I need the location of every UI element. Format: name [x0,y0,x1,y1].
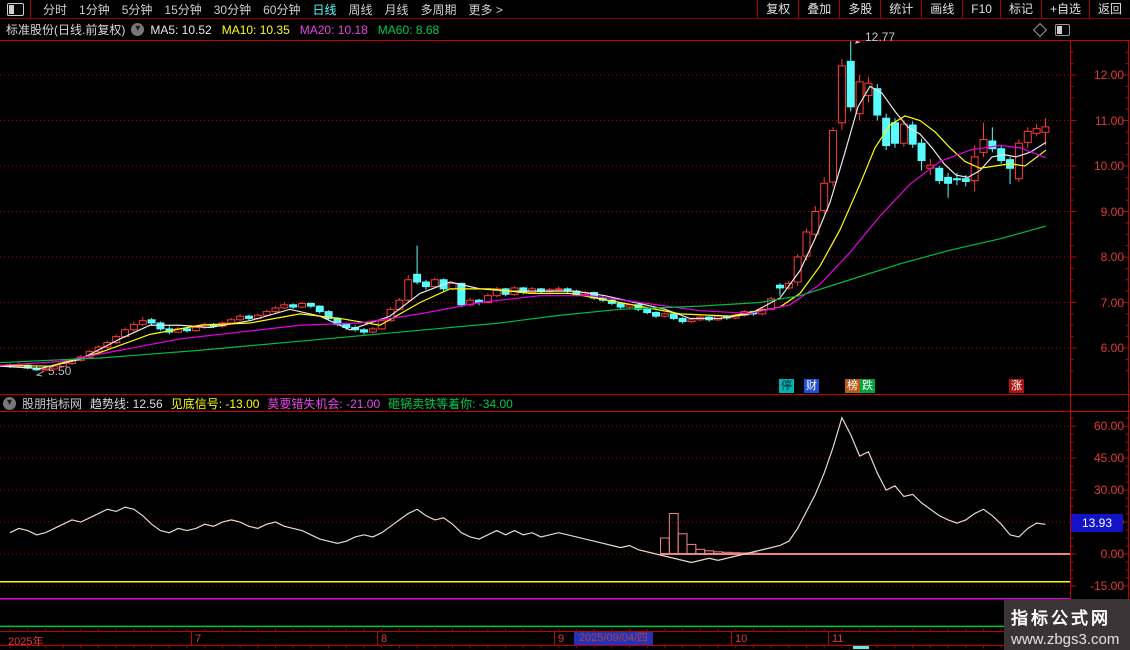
period-tab[interactable]: 多周期 [415,1,463,18]
toolbar-button[interactable]: F10 [962,0,1000,18]
period-tab[interactable]: 5分钟 [116,1,159,18]
layout-panel-icon[interactable] [7,3,24,16]
price-axis-label: 8.00 [1074,250,1124,264]
chart-canvas [0,0,1130,650]
x-axis-month-label: 7 [195,633,201,645]
sub-axis-label: -15.00 [1074,579,1124,593]
ma-label: MA10: 10.35 [222,23,290,37]
period-tab[interactable]: 1分钟 [73,1,116,18]
x-axis-month-label: 2025年 [8,633,43,649]
toolbar-divider [30,0,31,18]
ma-label: MA20: 10.18 [300,23,368,37]
indicator-label: 见底信号: -13.00 [171,395,260,412]
toolbar-button[interactable]: 多股 [839,0,880,18]
x-axis-month-label: 10 [735,633,747,645]
topbar-right-items: 复权叠加多股统计画线F10标记+自选返回 [757,0,1130,18]
marker-badge[interactable]: 跌 [860,379,875,393]
period-tab[interactable]: 月线 [379,1,415,18]
period-tab[interactable]: 30分钟 [208,1,257,18]
high-price-annotation: 12.77 [865,30,895,44]
split-panel-icon[interactable] [1055,24,1070,36]
mini-indicator-dash [853,646,869,649]
ma-values: MA5: 10.52 MA10: 10.35 MA20: 10.18 MA60: 8.… [150,23,449,37]
price-axis-label: 7.00 [1074,296,1124,310]
period-tab[interactable]: 60分钟 [257,1,306,18]
price-axis-label: 9.00 [1074,205,1124,219]
toolbar-button[interactable]: 复权 [757,0,798,18]
toolbar-button[interactable]: 返回 [1089,0,1130,18]
marker-badge[interactable]: 榜 [845,379,860,393]
indicator-header: ▾ 股朋指标网 趋势线: 12.56 见底信号: -13.00 莫要错失机会: -2… [0,395,1130,411]
sub-axis-label: 30.00 [1074,483,1124,497]
indicator-label: 趋势线: 12.56 [90,395,163,412]
indicator-values: 趋势线: 12.56 见底信号: -13.00 莫要错失机会: -21.00 砸锅卖铁… [90,395,521,412]
chevron-down-icon[interactable]: ▾ [131,23,144,36]
marker-badge[interactable]: 停 [779,379,794,393]
topbar-left-items: 分时1分钟5分钟15分钟30分钟60分钟日线周线月线多周期更多 > [37,1,509,18]
low-price-annotation: 5.50 [48,364,71,378]
period-tab[interactable]: 更多 > [463,1,509,18]
watermark-url: www.zbgs3.com [1011,631,1130,648]
marker-badge[interactable]: 财 [804,379,819,393]
toolbar-button[interactable]: +自选 [1041,0,1089,18]
sub-axis-label: 45.00 [1074,451,1124,465]
x-axis-month-label: 9 [558,633,564,645]
toolbar-button[interactable]: 叠加 [798,0,839,18]
period-tab[interactable]: 分时 [37,1,73,18]
period-tab[interactable]: 日线 [306,1,342,18]
watermark: 指标公式网 www.zbgs3.com [1004,599,1130,650]
marker-badge[interactable]: 涨 [1009,379,1024,393]
period-tab[interactable]: 15分钟 [158,1,207,18]
date-cursor-badge: 2025/09/04/四 [574,632,653,645]
toolbar-button[interactable]: 统计 [880,0,921,18]
toolbar-button[interactable]: 画线 [921,0,962,18]
diamond-icon[interactable] [1033,22,1047,36]
chevron-down-icon[interactable]: ▾ [3,397,16,410]
price-axis-label: 11.00 [1074,114,1124,128]
x-axis-month-label: 8 [381,633,387,645]
indicator-label: 莫要错失机会: -21.00 [267,395,380,412]
toolbar-button[interactable]: 标记 [1000,0,1041,18]
ma-label: MA60: 8.68 [378,23,439,37]
indicator-label: 砸锅卖铁等着你: -34.00 [388,395,513,412]
chart-title: 标准股份(日线.前复权) [6,21,125,38]
price-axis-label: 12.00 [1074,68,1124,82]
indicator-source: 股朋指标网 [22,395,82,412]
price-axis-label: 10.00 [1074,159,1124,173]
period-tab[interactable]: 周线 [342,1,378,18]
price-axis-label: 6.00 [1074,341,1124,355]
current-value-badge: 13.93 [1071,514,1123,532]
title-bar: 标准股份(日线.前复权) ▾ MA5: 10.52 MA10: 10.35 MA20… [0,19,1130,40]
sub-axis-label: 0.00 [1074,547,1124,561]
sub-axis-label: 60.00 [1074,419,1124,433]
top-toolbar: 分时1分钟5分钟15分钟30分钟60分钟日线周线月线多周期更多 > 复权叠加多股… [0,0,1130,19]
ma-label: MA5: 10.52 [150,23,211,37]
watermark-title: 指标公式网 [1011,604,1130,629]
x-axis-month-label: 11 [832,633,843,645]
